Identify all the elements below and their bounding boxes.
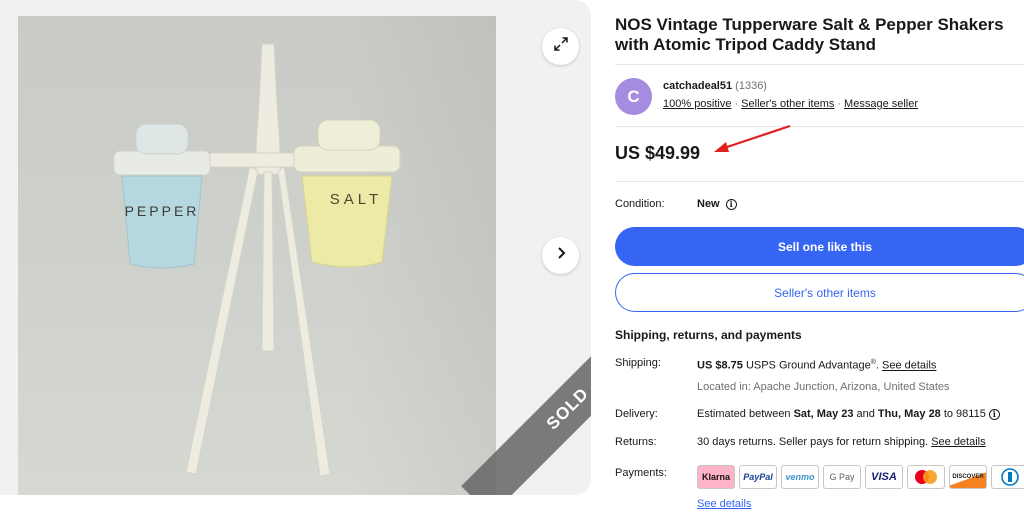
returns-see-details-link[interactable]: See details bbox=[931, 436, 985, 448]
image-gallery: PEPPER SALT SOLD bbox=[0, 0, 591, 495]
seller-positive-link[interactable]: 100% positive bbox=[663, 98, 732, 110]
condition-value: New i bbox=[697, 198, 737, 210]
condition-text: New bbox=[697, 198, 720, 210]
condition-label: Condition: bbox=[615, 198, 665, 210]
price: US $49.99 bbox=[615, 143, 701, 163]
chevron-right-icon bbox=[554, 246, 568, 265]
seller-name[interactable]: catchadeal51 bbox=[663, 80, 732, 92]
seller-info: catchadeal51 (1336) bbox=[663, 80, 767, 92]
annotation-arrow-icon bbox=[714, 124, 791, 152]
divider bbox=[615, 126, 1024, 127]
payment-methods: Klarna PayPal venmo G Pay VISA DISCOVER bbox=[697, 465, 1024, 489]
product-photo[interactable]: PEPPER SALT bbox=[18, 16, 496, 495]
returns-text: 30 days returns. Seller pays for return … bbox=[697, 436, 929, 448]
expand-icon bbox=[553, 36, 569, 57]
shipping-section-heading: Shipping, returns, and payments bbox=[615, 328, 802, 342]
discover-icon: DISCOVER bbox=[949, 465, 987, 489]
registered-mark: ® bbox=[870, 359, 876, 366]
sell-one-like-this-button[interactable]: Sell one like this bbox=[615, 227, 1024, 266]
sellers-other-items-button[interactable]: Seller's other items bbox=[615, 273, 1024, 312]
divider bbox=[615, 181, 1024, 182]
seller-feedback-count: (1336) bbox=[735, 80, 767, 92]
delivery-label: Delivery: bbox=[615, 408, 658, 420]
shipping-label: Shipping: bbox=[615, 357, 661, 369]
info-icon[interactable]: i bbox=[988, 408, 1000, 420]
google-pay-icon: G Pay bbox=[823, 465, 861, 489]
seller-other-items-link[interactable]: Seller's other items bbox=[741, 98, 834, 110]
returns-label: Returns: bbox=[615, 436, 657, 448]
message-seller-link[interactable]: Message seller bbox=[844, 98, 918, 110]
returns-value: 30 days returns. Seller pays for return … bbox=[697, 436, 986, 448]
shakers-illustration: PEPPER SALT bbox=[113, 43, 401, 477]
shipping-cost: US $8.75 bbox=[697, 359, 743, 372]
next-image-button[interactable] bbox=[542, 237, 579, 274]
delivery-zip: to 98115 bbox=[943, 408, 986, 420]
payments-label: Payments: bbox=[615, 467, 667, 479]
delivery-and: and bbox=[856, 408, 875, 420]
diners-club-icon bbox=[991, 465, 1024, 489]
delivery-value: Estimated between Sat, May 23 and Thu, M… bbox=[697, 408, 1000, 420]
info-icon[interactable]: i bbox=[725, 198, 737, 210]
klarna-icon: Klarna bbox=[697, 465, 735, 489]
separator-dot: · bbox=[837, 98, 842, 110]
expand-image-button[interactable] bbox=[542, 28, 579, 65]
listing-title: NOS Vintage Tupperware Salt & Pepper Sha… bbox=[615, 15, 1004, 54]
pepper-label: PEPPER bbox=[125, 203, 200, 219]
seller-avatar[interactable]: C bbox=[615, 78, 652, 115]
shipping-service: USPS Ground Advantage bbox=[745, 359, 871, 372]
delivery-start: Sat, May 23 bbox=[793, 408, 854, 420]
mastercard-icon bbox=[907, 465, 945, 489]
seller-links: 100% positive · Seller's other items · Messa… bbox=[663, 98, 918, 110]
listing-details: NOS Vintage Tupperware Salt & Pepper Sha… bbox=[615, 0, 1024, 515]
venmo-icon: venmo bbox=[781, 465, 819, 489]
delivery-prefix: Estimated between bbox=[697, 408, 791, 420]
payments-see-details-link[interactable]: See details bbox=[697, 498, 751, 510]
shipping-value: US $8.75 USPS Ground Advantage®. See det… bbox=[697, 359, 937, 372]
visa-icon: VISA bbox=[865, 465, 903, 489]
item-location: Located in: Apache Junction, Arizona, Un… bbox=[697, 381, 950, 393]
shipping-see-details-link[interactable]: See details bbox=[882, 360, 936, 372]
salt-label: SALT bbox=[330, 191, 382, 208]
delivery-end: Thu, May 28 bbox=[877, 408, 941, 420]
separator-dot: · bbox=[734, 98, 739, 110]
paypal-icon: PayPal bbox=[739, 465, 777, 489]
divider bbox=[615, 64, 1024, 65]
